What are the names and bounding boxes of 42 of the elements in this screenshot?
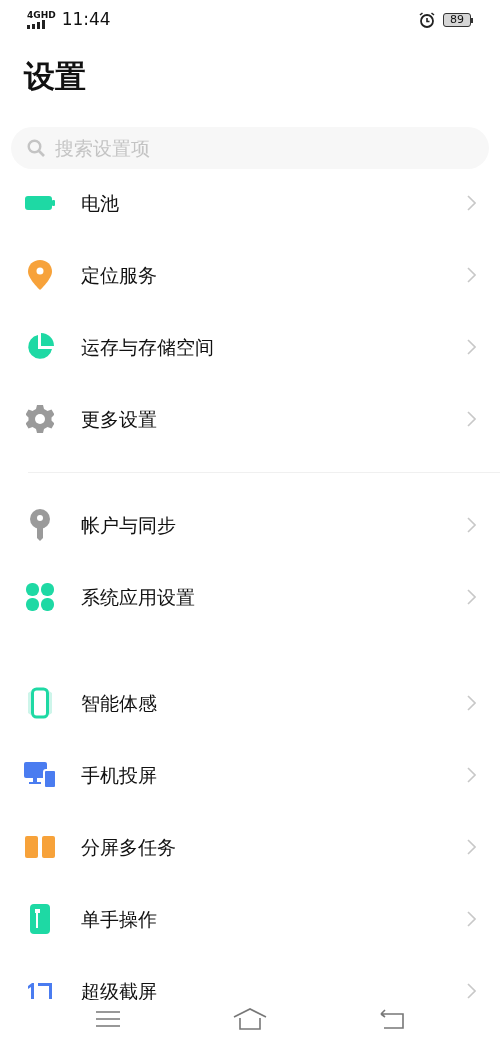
row-label: 运存与存储空间 [81, 334, 215, 360]
row-label: 帐户与同步 [81, 512, 177, 538]
settings-row[interactable]: 智能体感 [0, 667, 500, 739]
row-label: 定位服务 [81, 262, 158, 288]
row-label: 电池 [81, 190, 120, 216]
page-title: 设置 [24, 56, 86, 96]
settings-row[interactable]: 运存与存储空间 [0, 311, 500, 383]
chevron-right-icon [467, 983, 476, 999]
row-label: 更多设置 [81, 406, 158, 432]
row-label: 智能体感 [81, 690, 158, 716]
settings-row[interactable]: 定位服务 [0, 239, 500, 311]
alarm-icon [419, 12, 435, 28]
chevron-right-icon [467, 411, 476, 427]
network-type: 4GHD [27, 11, 56, 20]
chevron-right-icon [467, 517, 476, 533]
row-label: 单手操作 [81, 906, 158, 932]
chevron-right-icon [467, 911, 476, 927]
menu-icon[interactable] [96, 1010, 121, 1028]
signal-icon [27, 20, 45, 29]
chevron-right-icon [467, 195, 476, 211]
chevron-right-icon [467, 267, 476, 283]
back-icon[interactable] [379, 1009, 404, 1029]
settings-row[interactable]: 更多设置 [0, 383, 500, 455]
search-icon [27, 139, 45, 157]
chevron-right-icon [467, 339, 476, 355]
chevron-right-icon [467, 839, 476, 855]
clock-time: 11:44 [61, 8, 111, 32]
chevron-right-icon [467, 695, 476, 711]
home-icon[interactable] [233, 1008, 267, 1030]
row-label: 手机投屏 [81, 762, 158, 788]
chevron-right-icon [467, 589, 476, 605]
settings-row[interactable]: 帐户与同步 [0, 489, 500, 561]
settings-row[interactable]: 电池 [0, 167, 500, 239]
settings-row[interactable]: 手机投屏 [0, 739, 500, 811]
settings-row[interactable]: 单手操作 [0, 883, 500, 955]
row-label: 系统应用设置 [81, 584, 196, 610]
chevron-right-icon [467, 767, 476, 783]
settings-row[interactable]: 分屏多任务 [0, 811, 500, 883]
row-label: 分屏多任务 [81, 834, 177, 860]
row-label: 超级截屏 [81, 978, 158, 1004]
battery-level: 89 [443, 13, 471, 27]
settings-row[interactable]: 系统应用设置 [0, 561, 500, 633]
